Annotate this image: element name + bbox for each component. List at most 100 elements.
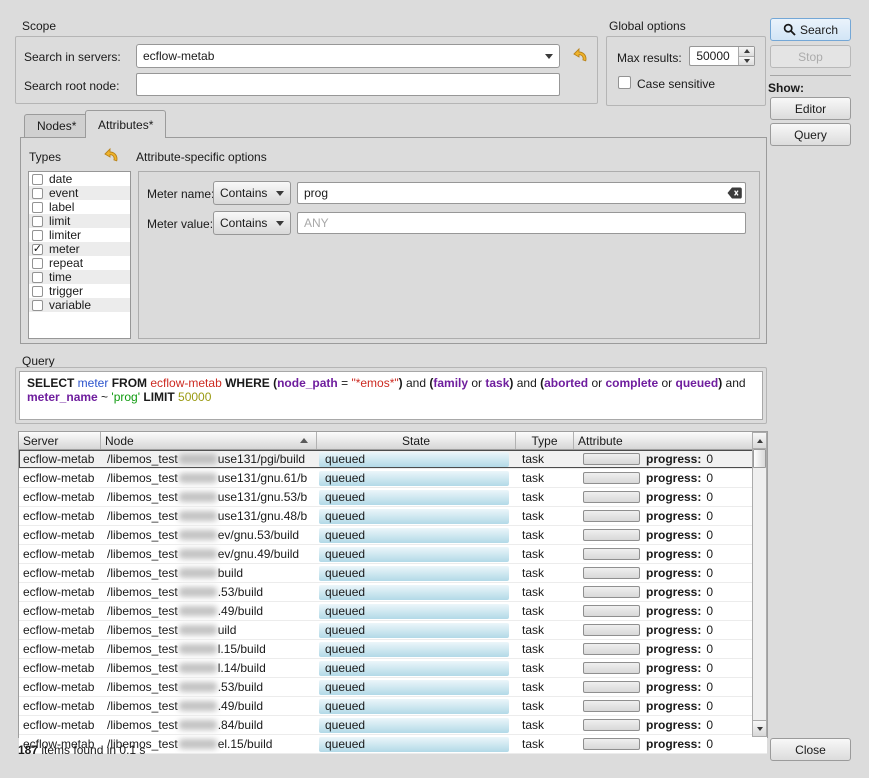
redacted-blur — [179, 454, 217, 464]
servers-label: Search in servers: — [24, 50, 121, 64]
case-sensitive-checkbox[interactable] — [618, 76, 631, 89]
query-group-title: Query — [22, 354, 55, 368]
type-row-date[interactable]: date — [29, 172, 130, 186]
redacted-blur — [179, 473, 217, 483]
cell-type: task — [516, 678, 574, 696]
cell-type: task — [516, 735, 574, 753]
show-label: Show: — [768, 81, 804, 95]
type-row-limit[interactable]: limit — [29, 214, 130, 228]
search-button[interactable]: Search — [770, 18, 851, 41]
progress-bar — [583, 529, 640, 541]
query-button[interactable]: Query — [770, 123, 851, 146]
stop-button-label: Stop — [798, 50, 823, 64]
cell-attribute: progress:0 — [574, 678, 752, 696]
state-badge: queued — [319, 661, 509, 676]
vertical-scrollbar[interactable] — [752, 432, 767, 737]
type-row-time[interactable]: time — [29, 270, 130, 284]
column-header-state[interactable]: State — [317, 432, 516, 449]
meter-value-op-value: Contains — [220, 216, 267, 230]
unchecked-checkbox[interactable] — [32, 300, 43, 311]
query-button-label: Query — [794, 128, 827, 142]
root-node-label: Search root node: — [24, 79, 119, 93]
table-row[interactable]: ecflow-metab /libemos_testuse131/pgi/bui… — [19, 450, 767, 469]
root-node-input[interactable] — [136, 73, 560, 96]
table-row[interactable]: ecflow-metab /libemos_testev/gnu.53/buil… — [19, 526, 767, 545]
unchecked-checkbox[interactable] — [32, 188, 43, 199]
table-row[interactable]: ecflow-metab /libemos_test.49/build queu… — [19, 697, 767, 716]
tab-attributes[interactable]: Attributes* — [85, 110, 166, 138]
type-row-meter[interactable]: ✓meter — [29, 242, 130, 256]
progress-bar — [583, 586, 640, 598]
cell-state: queued — [317, 621, 516, 639]
type-row-limiter[interactable]: limiter — [29, 228, 130, 242]
state-badge: queued — [319, 737, 509, 752]
reset-servers-icon[interactable] — [570, 46, 588, 64]
redacted-blur — [179, 682, 217, 692]
meter-value-op-combobox[interactable]: Contains — [213, 211, 291, 235]
types-list[interactable]: dateeventlabellimitlimiter✓meterrepeatti… — [28, 171, 131, 339]
unchecked-checkbox[interactable] — [32, 272, 43, 283]
table-row[interactable]: ecflow-metab /libemos_testl.15/build que… — [19, 640, 767, 659]
unchecked-checkbox[interactable] — [32, 258, 43, 269]
cell-server: ecflow-metab — [19, 697, 101, 715]
max-results-spinbox[interactable]: 50000 — [689, 46, 755, 66]
spin-up-button[interactable] — [739, 47, 754, 57]
progress-bar — [583, 662, 640, 674]
clear-input-icon[interactable] — [726, 186, 743, 200]
table-row[interactable]: ecflow-metab /libemos_testuild queued ta… — [19, 621, 767, 640]
unchecked-checkbox[interactable] — [32, 174, 43, 185]
table-row[interactable]: ecflow-metab /libemos_testbuild queued t… — [19, 564, 767, 583]
column-header-type[interactable]: Type — [516, 432, 574, 449]
type-row-variable[interactable]: variable — [29, 298, 130, 312]
type-row-trigger[interactable]: trigger — [29, 284, 130, 298]
state-badge: queued — [319, 528, 509, 543]
unchecked-checkbox[interactable] — [32, 202, 43, 213]
tab-nodes[interactable]: Nodes* — [24, 114, 89, 137]
column-header-attribute[interactable]: Attribute — [574, 432, 752, 449]
query-text: SELECT meter FROM ecflow-metab WHERE (no… — [19, 371, 763, 420]
cell-attribute: progress:0 — [574, 716, 752, 734]
cell-state: queued — [317, 450, 516, 468]
meter-value-input[interactable] — [297, 212, 746, 234]
type-row-label[interactable]: label — [29, 200, 130, 214]
table-row[interactable]: ecflow-metab /libemos_testuse131/gnu.53/… — [19, 488, 767, 507]
cell-type: task — [516, 716, 574, 734]
table-row[interactable]: ecflow-metab /libemos_test.53/build queu… — [19, 678, 767, 697]
type-row-event[interactable]: event — [29, 186, 130, 200]
type-row-repeat[interactable]: repeat — [29, 256, 130, 270]
progress-bar — [583, 453, 640, 465]
tab-nodes-label: Nodes* — [37, 119, 76, 133]
table-row[interactable]: ecflow-metab /libemos_testev/gnu.49/buil… — [19, 545, 767, 564]
cell-node: /libemos_testbuild — [101, 564, 317, 582]
table-row[interactable]: ecflow-metab /libemos_test.84/build queu… — [19, 716, 767, 735]
table-row[interactable]: ecflow-metab /libemos_test.53/build queu… — [19, 583, 767, 602]
meter-name-op-combobox[interactable]: Contains — [213, 181, 291, 205]
checked-checkbox[interactable]: ✓ — [32, 244, 43, 255]
close-button[interactable]: Close — [770, 738, 851, 761]
scroll-up-button[interactable] — [753, 433, 766, 449]
unchecked-checkbox[interactable] — [32, 230, 43, 241]
cell-attribute: progress:0 — [574, 640, 752, 658]
cell-attribute: progress:0 — [574, 545, 752, 563]
unchecked-checkbox[interactable] — [32, 216, 43, 227]
stop-button[interactable]: Stop — [770, 45, 851, 68]
table-row[interactable]: ecflow-metab /libemos_testl.14/build que… — [19, 659, 767, 678]
cell-server: ecflow-metab — [19, 450, 101, 468]
scrollbar-thumb[interactable] — [753, 449, 766, 468]
table-row[interactable]: ecflow-metab /libemos_testuse131/gnu.48/… — [19, 507, 767, 526]
scroll-down-button[interactable] — [753, 720, 766, 736]
reset-types-icon[interactable] — [101, 146, 119, 164]
table-row[interactable]: ecflow-metab /libemos_testuse131/gnu.61/… — [19, 469, 767, 488]
meter-name-input[interactable] — [297, 182, 746, 204]
table-row[interactable]: ecflow-metab /libemos_test.49/build queu… — [19, 602, 767, 621]
meter-value-label: Meter value: — [147, 217, 213, 231]
cell-state: queued — [317, 602, 516, 620]
cell-type: task — [516, 640, 574, 658]
column-header-server[interactable]: Server — [19, 432, 101, 449]
meter-name-label: Meter name: — [147, 187, 214, 201]
editor-button[interactable]: Editor — [770, 97, 851, 120]
column-header-node[interactable]: Node — [101, 432, 317, 449]
servers-combobox[interactable]: ecflow-metab — [136, 44, 560, 68]
spin-down-button[interactable] — [739, 57, 754, 66]
unchecked-checkbox[interactable] — [32, 286, 43, 297]
